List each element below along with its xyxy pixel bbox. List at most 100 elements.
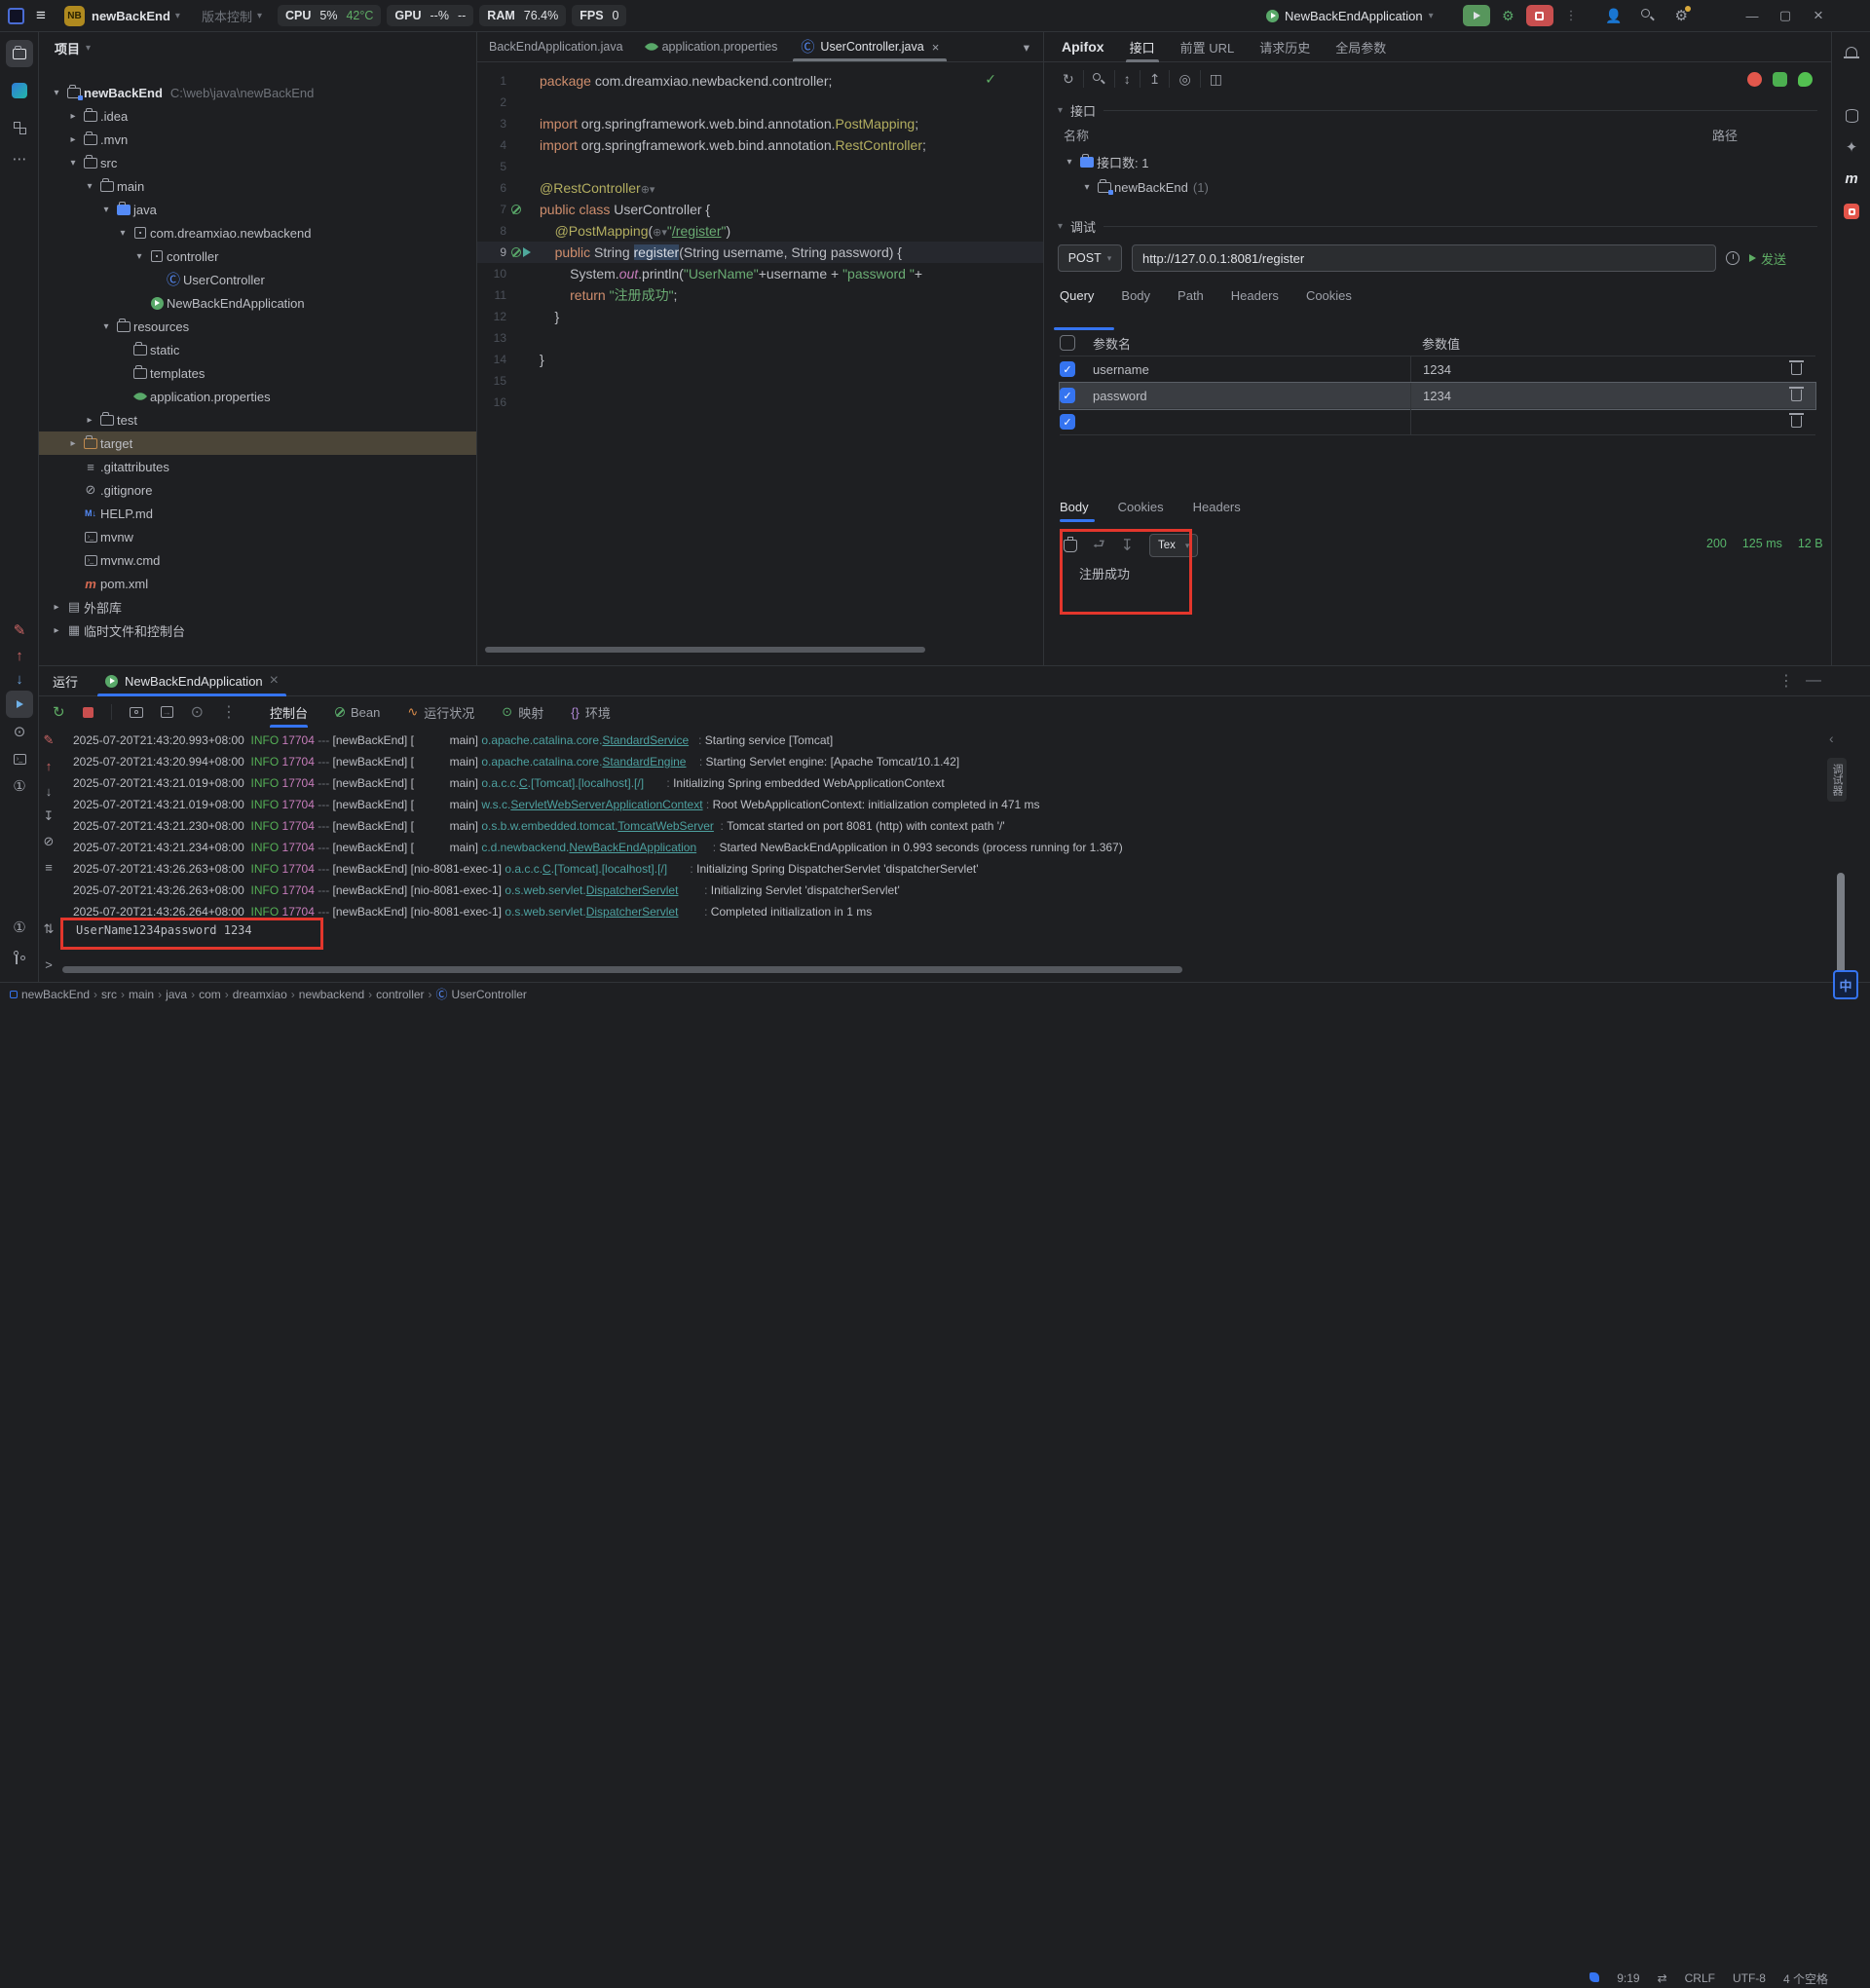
editor-horizontal-scrollbar[interactable] xyxy=(485,647,925,653)
apifox-tool-button[interactable] xyxy=(1838,198,1865,225)
console-down-icon[interactable]: ↓ xyxy=(37,780,60,802)
tree-item-mvnw.cmd[interactable]: ›_mvnw.cmd xyxy=(39,548,476,572)
tree-item-java[interactable]: ▾java xyxy=(39,198,476,221)
tree-item-外部库[interactable]: ▸▤外部库 xyxy=(39,595,476,619)
indent-setting[interactable]: 4 个空格 xyxy=(1775,1970,1837,1987)
response-tab-Headers[interactable]: Headers xyxy=(1193,500,1241,514)
console-horizontal-scrollbar[interactable] xyxy=(62,966,1182,973)
tree-item-templates[interactable]: templates xyxy=(39,361,476,385)
down-arrow-icon[interactable]: ↓ xyxy=(6,665,33,693)
notifications-info-icon[interactable]: ① xyxy=(6,914,33,941)
tree-item-controller[interactable]: ▾controller xyxy=(39,244,476,268)
breadcrumb-item-controller[interactable]: controller xyxy=(376,988,424,1001)
tree-item-.gitattributes[interactable]: ≡.gitattributes xyxy=(39,455,476,478)
tree-item-NewBackEndApplication[interactable]: NewBackEndApplication xyxy=(39,291,476,315)
breadcrumb-item-java[interactable]: java xyxy=(166,988,187,1001)
chevron-icon[interactable]: ▾ xyxy=(98,321,114,332)
editor-tab-application.properties[interactable]: application.properties xyxy=(635,32,790,61)
chevron-icon[interactable]: ▸ xyxy=(49,602,64,613)
collapse-all-icon[interactable]: ↥ xyxy=(1141,70,1171,88)
console-output[interactable]: 2025-07-20T21:43:20.993+08:00 INFO 17704… xyxy=(73,730,1826,922)
git-branch-icon[interactable] xyxy=(6,944,33,971)
mapping-gutter-icon[interactable] xyxy=(523,247,531,257)
request-tab-Path[interactable]: Path xyxy=(1178,288,1204,303)
api-tree-item[interactable]: ▾newBackEnd(1) xyxy=(1044,174,1831,200)
red-badge-icon[interactable] xyxy=(1747,72,1762,87)
more-actions-icon[interactable]: ⋮ xyxy=(1565,8,1578,23)
ime-indicator[interactable]: 中 xyxy=(1833,970,1858,999)
breadcrumb[interactable]: newBackEnd›src›main›java›com›dreamxiao›n… xyxy=(0,988,527,1001)
expand-all-icon[interactable]: ↕ xyxy=(1115,70,1141,88)
project-badge[interactable]: NB xyxy=(57,0,92,32)
project-panel-header[interactable]: 项目 ▾ xyxy=(39,32,476,63)
apifox-tab-接口[interactable]: 接口 xyxy=(1130,32,1155,62)
tree-item-test[interactable]: ▸test xyxy=(39,408,476,431)
tree-item-static[interactable]: static xyxy=(39,338,476,361)
tree-item-mvnw[interactable]: ›_mvnw xyxy=(39,525,476,548)
green-badge-icon[interactable] xyxy=(1773,72,1787,87)
refresh-icon[interactable]: ↻ xyxy=(1054,70,1084,88)
stop-icon[interactable] xyxy=(83,707,94,718)
apifox-tab-全局参数[interactable]: 全局参数 xyxy=(1335,32,1386,62)
minimize-button[interactable]: — xyxy=(1736,0,1769,32)
run-tab[interactable]: NewBackEndApplication × xyxy=(95,666,288,696)
chevron-down-icon[interactable]: ▾ xyxy=(1062,157,1077,168)
format-dropdown[interactable]: Tex ▾ xyxy=(1149,534,1198,557)
param-name[interactable]: password xyxy=(1093,389,1410,403)
request-tab-Query[interactable]: Query xyxy=(1060,288,1094,303)
tab-overflow-icon[interactable]: ▾ xyxy=(1010,32,1043,61)
status-plugin-icon[interactable] xyxy=(1581,1971,1608,1985)
tree-item-.mvn[interactable]: ▸.mvn xyxy=(39,128,476,151)
code-area[interactable]: 1package com.dreamxiao.newbackend.contro… xyxy=(477,62,1043,413)
send-button[interactable]: 发送 xyxy=(1749,249,1786,268)
console-collapse-icon[interactable]: ‹ xyxy=(1829,731,1834,746)
sort-icon[interactable]: ⇅ xyxy=(37,919,60,940)
param-row[interactable]: ✓ xyxy=(1060,409,1815,435)
request-tab-Body[interactable]: Body xyxy=(1121,288,1150,303)
rerun-icon[interactable]: ↻ xyxy=(53,703,65,721)
prompt-icon[interactable]: > xyxy=(37,954,60,975)
bean-gutter-icon[interactable] xyxy=(511,247,521,257)
editor-tab-BackEndApplication.java[interactable]: BackEndApplication.java xyxy=(477,32,635,61)
run-view-Bean[interactable]: Bean xyxy=(335,697,380,728)
history-clock-icon[interactable] xyxy=(1726,251,1739,265)
vcs-widget[interactable]: 版本控制 ▾ xyxy=(180,0,262,32)
param-checkbox[interactable]: ✓ xyxy=(1060,361,1075,377)
breadcrumb-item-newbackend[interactable]: newbackend xyxy=(299,988,364,1001)
tree-item-com.dreamxiao.newbackend[interactable]: ▾com.dreamxiao.newbackend xyxy=(39,221,476,244)
breadcrumb-item-dreamxiao[interactable]: dreamxiao xyxy=(233,988,287,1001)
tree-item-application.properties[interactable]: application.properties xyxy=(39,385,476,408)
param-value[interactable]: 1234 xyxy=(1410,383,1776,408)
delete-param-icon[interactable] xyxy=(1791,390,1802,401)
param-row[interactable]: ✓username1234 xyxy=(1060,356,1815,383)
breadcrumb-item-main[interactable]: main xyxy=(129,988,154,1001)
chat-badge-icon[interactable] xyxy=(1798,72,1813,87)
maximize-button[interactable]: ▢ xyxy=(1769,0,1802,32)
split-view-icon[interactable]: ◫ xyxy=(1201,70,1231,88)
terminal-tool-button[interactable]: ›_ xyxy=(6,745,33,772)
project-tool-button[interactable] xyxy=(6,40,33,67)
debug-tool-button[interactable]: ⊙ xyxy=(6,718,33,745)
tree-item-pom.xml[interactable]: mpom.xml xyxy=(39,572,476,595)
method-select[interactable]: POST ▾ xyxy=(1058,244,1122,272)
chevron-icon[interactable]: ▸ xyxy=(65,111,81,122)
edit-icon[interactable]: ✎ xyxy=(6,617,33,644)
chevron-icon[interactable]: ▸ xyxy=(65,134,81,145)
close-icon[interactable]: × xyxy=(932,40,940,55)
tree-item-target[interactable]: ▸target xyxy=(39,431,476,455)
chevron-icon[interactable]: ▾ xyxy=(65,158,81,169)
param-checkbox[interactable]: ✓ xyxy=(1060,414,1075,430)
api-section-header[interactable]: ▾ 接口 xyxy=(1044,95,1831,120)
tree-item-newBackEnd[interactable]: ▾newBackEndC:\web\java\newBackEnd xyxy=(39,81,476,104)
tree-item-临时文件和控制台[interactable]: ▸▦临时文件和控制台 xyxy=(39,619,476,642)
close-button[interactable]: × xyxy=(1802,0,1835,32)
debugger-side-tab[interactable]: 调试器 xyxy=(1827,758,1847,802)
chevron-icon[interactable]: ▾ xyxy=(115,228,131,239)
ai-tool-button[interactable]: ✦ xyxy=(1838,133,1865,161)
run-config-selector[interactable]: NewBackEndApplication ▾ xyxy=(1266,0,1434,32)
param-checkbox[interactable]: ✓ xyxy=(1060,388,1075,403)
run-view-运行状况[interactable]: ∿运行状况 xyxy=(407,697,474,728)
tree-item-.gitignore[interactable]: ⊘.gitignore xyxy=(39,478,476,502)
close-icon[interactable]: × xyxy=(270,672,279,690)
chevron-icon[interactable]: ▾ xyxy=(98,205,114,215)
